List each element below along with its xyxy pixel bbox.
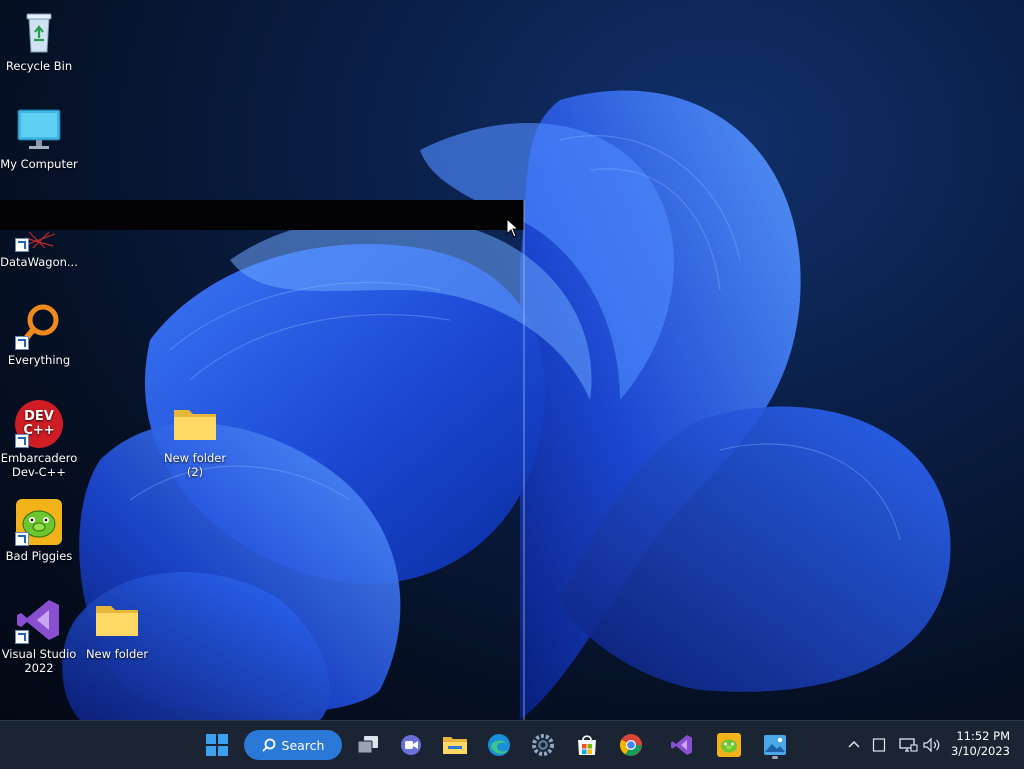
desktop-icon-label: Visual Studio 2022	[1, 647, 77, 675]
visual-studio-icon	[671, 735, 692, 755]
shortcut-arrow-icon	[15, 336, 29, 350]
desktop-icon-everything[interactable]: Everything	[0, 302, 78, 367]
tray-box-icon	[872, 738, 886, 752]
windows-logo-icon	[206, 734, 228, 756]
task-view-button[interactable]	[351, 729, 385, 761]
clock-date: 3/10/2023	[951, 744, 1010, 758]
desktop-icon-new-folder-2[interactable]: New folder (2)	[156, 400, 234, 479]
desktop-icon-new-folder[interactable]: New folder	[78, 596, 156, 661]
microsoft-store-button[interactable]	[570, 729, 604, 761]
search-label: Search	[281, 737, 325, 753]
gear-icon	[532, 734, 554, 756]
chevron-up-icon	[848, 740, 860, 748]
translucent-divider	[523, 200, 525, 720]
clock-time: 11:52 PM	[956, 729, 1010, 743]
visual-studio-icon	[15, 596, 63, 644]
edge-icon	[488, 734, 510, 756]
magnifier-icon	[15, 302, 63, 350]
store-icon	[578, 735, 596, 755]
chrome-icon	[620, 734, 642, 756]
chrome-button[interactable]	[614, 729, 648, 761]
shortcut-arrow-icon	[15, 532, 29, 546]
network-status-button[interactable]	[898, 721, 918, 769]
photos-button[interactable]	[758, 729, 792, 761]
folder-icon	[93, 596, 141, 644]
task-view-icon	[357, 736, 378, 754]
desktop-icon-bad-piggies[interactable]: Bad Piggies	[0, 498, 78, 563]
desktop-icon-label: Bad Piggies	[5, 549, 73, 563]
network-icon	[899, 738, 918, 752]
mouse-cursor-icon	[506, 218, 520, 238]
visual-studio-button[interactable]	[665, 729, 699, 761]
chat-button[interactable]	[394, 729, 428, 761]
taskbar: Search 11:52 PM 3/10/2023	[0, 720, 1024, 769]
dark-overlay-bar	[0, 200, 524, 230]
start-button[interactable]	[200, 729, 234, 761]
shortcut-arrow-icon	[15, 238, 29, 252]
desktop-icon-label: New folder (2)	[163, 451, 227, 479]
desktop-icon-label: Everything	[7, 353, 71, 367]
file-explorer-button[interactable]	[438, 729, 472, 761]
teams-chat-icon	[401, 735, 421, 755]
shortcut-arrow-icon	[15, 630, 29, 644]
bad-piggies-icon	[717, 733, 741, 757]
taskbar-search-button[interactable]: Search	[244, 730, 342, 760]
show-hidden-icons-button[interactable]	[846, 721, 862, 769]
desktop-icon-dev-cpp[interactable]: DEV C++ Embarcadero Dev-C++	[0, 400, 78, 479]
folder-icon	[171, 400, 219, 448]
devcpp-icon: DEV C++	[15, 400, 63, 448]
settings-button[interactable]	[526, 729, 560, 761]
recycle-bin-icon	[15, 8, 63, 56]
edge-button[interactable]	[482, 729, 516, 761]
search-icon	[262, 738, 275, 752]
desktop-icon-label: My Computer	[0, 157, 78, 171]
tray-app-button[interactable]	[872, 721, 886, 769]
bad-piggies-button[interactable]	[712, 729, 746, 761]
file-explorer-icon	[443, 737, 467, 754]
desktop-icon-visual-studio[interactable]: Visual Studio 2022	[0, 596, 78, 675]
active-app-indicator	[772, 756, 778, 759]
desktop-icon-label: DataWagon...	[0, 255, 78, 269]
desktop-icon-my-computer[interactable]: My Computer	[0, 106, 78, 171]
shortcut-arrow-icon	[15, 434, 29, 448]
taskbar-clock[interactable]: 11:52 PM 3/10/2023	[938, 729, 1010, 759]
photos-icon	[764, 735, 786, 755]
desktop-icon-label: New folder	[85, 647, 149, 661]
desktop-icon-label: Recycle Bin	[5, 59, 73, 73]
bad-piggies-icon	[15, 498, 63, 546]
desktop-icon-label: Embarcadero Dev-C++	[0, 451, 78, 479]
monitor-icon	[15, 106, 63, 154]
desktop-icon-recycle-bin[interactable]: Recycle Bin	[0, 8, 78, 73]
